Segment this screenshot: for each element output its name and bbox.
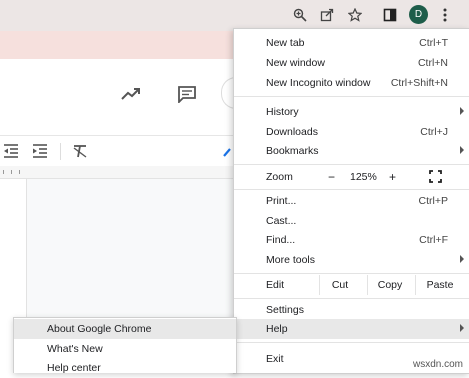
shortcut-text: Ctrl+N [417, 57, 448, 69]
shortcut-text: Ctrl+Shift+N [390, 77, 448, 89]
menu-label: Zoom [266, 171, 293, 183]
clear-formatting-icon[interactable] [71, 142, 89, 160]
menu-item-new-tab[interactable]: New tab Ctrl+T [234, 33, 469, 53]
menu-label: Exit [266, 353, 284, 365]
kebab-menu-icon[interactable] [436, 6, 454, 24]
shortcut-text: Ctrl+J [420, 126, 448, 138]
star-icon[interactable] [346, 6, 364, 24]
chrome-menu: New tab Ctrl+T New window Ctrl+N New Inc… [233, 28, 469, 374]
share-icon[interactable] [318, 6, 336, 24]
pencil-icon[interactable] [221, 144, 233, 160]
menu-label: Downloads [266, 126, 318, 138]
profile-avatar[interactable]: D [409, 5, 428, 24]
menu-item-cast[interactable]: Cast... [234, 211, 469, 231]
submenu-label: What's New [47, 343, 103, 355]
menu-item-settings[interactable]: Settings [234, 300, 469, 320]
submenu-arrow-icon [460, 255, 464, 263]
submenu-item-about[interactable]: About Google Chrome [14, 319, 236, 339]
help-submenu: About Google Chrome What's New Help cent… [13, 317, 237, 374]
toolbar-divider [60, 143, 61, 160]
watermark-text: wsxdn.com [412, 359, 463, 370]
menu-label: Help [266, 323, 288, 335]
menu-item-zoom: Zoom − 125% + [234, 166, 469, 188]
menu-item-help[interactable]: Help [234, 319, 469, 339]
menu-label: Bookmarks [266, 145, 319, 157]
submenu-arrow-icon [460, 324, 464, 332]
menu-label: Find... [266, 234, 296, 246]
menu-item-edit: Edit Cut Copy Paste [234, 275, 469, 295]
menu-separator [234, 298, 469, 299]
menu-label: Settings [266, 304, 304, 316]
menu-label: New Incognito window [266, 77, 371, 89]
zoom-level: 125% [350, 171, 377, 183]
menu-label: Cast... [266, 215, 297, 227]
decrease-indent-icon[interactable] [2, 142, 20, 160]
menu-separator [234, 96, 469, 97]
submenu-arrow-icon [460, 146, 464, 154]
menu-separator [234, 342, 469, 343]
menu-separator [234, 273, 469, 274]
browser-toolbar: D [0, 0, 469, 31]
submenu-item-whats-new[interactable]: What's New [14, 339, 236, 359]
menu-label: Print... [266, 195, 297, 207]
zoom-in-button[interactable]: + [389, 170, 396, 184]
menu-item-bookmarks[interactable]: Bookmarks [234, 141, 469, 161]
cut-button[interactable]: Cut [319, 275, 360, 295]
menu-separator [234, 164, 469, 165]
menu-item-more-tools[interactable]: More tools [234, 250, 469, 270]
zoom-icon[interactable] [291, 6, 309, 24]
menu-label: New window [266, 57, 325, 69]
zoom-out-button[interactable]: − [328, 170, 335, 184]
copy-button[interactable]: Copy [367, 275, 412, 295]
paste-button[interactable]: Paste [415, 275, 464, 295]
fullscreen-icon[interactable] [429, 170, 442, 186]
shortcut-text: Ctrl+P [418, 195, 448, 207]
shortcut-text: Ctrl+T [419, 37, 448, 49]
menu-label: History [266, 106, 299, 118]
side-panel-icon[interactable] [381, 6, 399, 24]
menu-item-find[interactable]: Find... Ctrl+F [234, 230, 469, 250]
comment-icon[interactable] [176, 83, 198, 105]
menu-label: Edit [266, 279, 285, 291]
menu-item-new-incognito[interactable]: New Incognito window Ctrl+Shift+N [234, 73, 469, 93]
trending-icon[interactable] [120, 83, 142, 105]
submenu-arrow-icon [460, 107, 464, 115]
menu-item-downloads[interactable]: Downloads Ctrl+J [234, 122, 469, 142]
menu-item-new-window[interactable]: New window Ctrl+N [234, 53, 469, 73]
menu-label: New tab [266, 37, 305, 49]
submenu-item-help-center[interactable]: Help center [14, 358, 236, 378]
submenu-label: About Google Chrome [47, 323, 152, 335]
submenu-label: Help center [47, 362, 101, 374]
increase-indent-icon[interactable] [31, 142, 49, 160]
shortcut-text: Ctrl+F [419, 234, 448, 246]
menu-separator [234, 189, 469, 190]
menu-item-history[interactable]: History [234, 102, 469, 122]
menu-item-print[interactable]: Print... Ctrl+P [234, 191, 469, 211]
menu-label: More tools [266, 254, 316, 266]
